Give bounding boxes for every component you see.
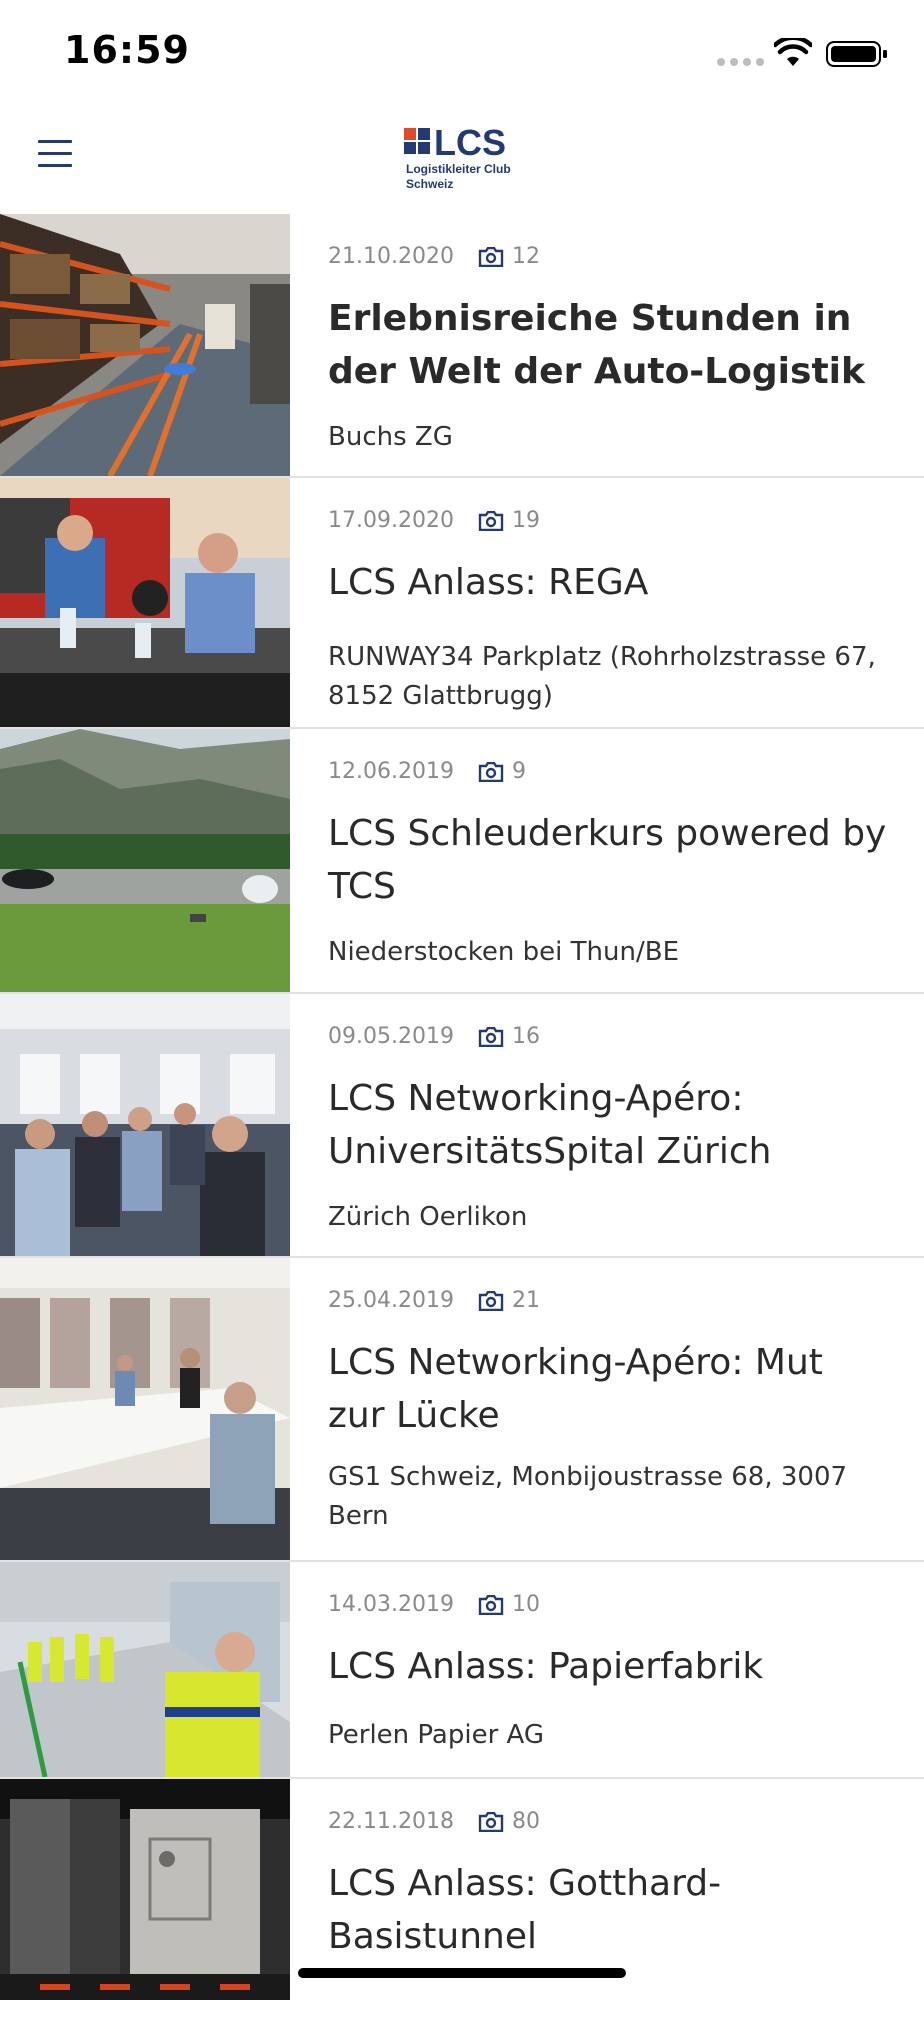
event-title: LCS Networking-Apéro: Mut zur Lücke (328, 1342, 823, 1436)
event-location: Zürich Oerlikon (328, 1202, 528, 1232)
battery-icon (826, 41, 887, 67)
lcs-logo: LCS Logistikleiter Club Schweiz (404, 122, 524, 196)
camera-icon (478, 1594, 504, 1615)
event-thumbnail-warehouse (0, 214, 290, 476)
event-location: RUNWAY34 Parkplatz (Rohrholzstrasse 67, … (328, 642, 876, 711)
event-item[interactable]: 25.04.2019 21 LCS Networking-Apéro: Mut … (0, 1258, 924, 1562)
event-item[interactable]: 09.05.2019 16 LCS Networking-Apéro: Univ… (0, 994, 924, 1258)
event-item[interactable]: 21.10.2020 12 Erlebnisreiche Stunden in … (0, 214, 924, 478)
event-title: LCS Networking-Apéro: UniversitätsSpital… (328, 1078, 772, 1172)
event-thumbnail-audience (0, 994, 290, 1256)
event-date: 21.10.2020 (328, 244, 454, 269)
logo-mark-icon (404, 128, 432, 156)
event-thumbnail-meetingroom (0, 1258, 290, 1560)
event-thumbnail-paperfactory (0, 1562, 290, 1777)
wifi-icon (774, 38, 812, 66)
event-date: 14.03.2019 (328, 1592, 454, 1617)
event-item[interactable]: 14.03.2019 10 LCS Anlass: Papierfabrik P… (0, 1562, 924, 1779)
event-photo-count: 80 (511, 1809, 540, 1834)
event-photo-count: 19 (511, 508, 540, 533)
event-location: Niederstocken bei Thun/BE (328, 937, 679, 967)
event-title: LCS Anlass: REGA (328, 562, 649, 603)
status-bar: 16:59 (0, 0, 924, 100)
camera-icon (478, 510, 504, 531)
camera-icon (478, 761, 504, 782)
event-date: 12.06.2019 (328, 759, 454, 784)
cellular-signal-icon (717, 58, 764, 66)
event-location: GS1 Schweiz, Monbijoustrasse 68, 3007 Be… (328, 1462, 848, 1531)
event-item[interactable]: 22.11.2018 80 LCS Anlass: Gotthard-Basis… (0, 1779, 924, 2019)
event-photo-count: 10 (511, 1592, 540, 1617)
event-title: LCS Schleuderkurs powered by TCS (328, 813, 887, 907)
event-thumbnail-drivetraining (0, 729, 290, 992)
logo-name: LCS (434, 122, 506, 163)
app-header: LCS Logistikleiter Club Schweiz (0, 100, 924, 214)
event-title: LCS Anlass: Gotthard-Basistunnel (328, 1863, 722, 1957)
status-time: 16:59 (64, 28, 190, 72)
event-photo-count: 9 (511, 759, 526, 784)
event-thumbnail-tunnel (0, 1779, 290, 2000)
event-date: 25.04.2019 (328, 1288, 454, 1313)
event-date: 17.09.2020 (328, 508, 454, 533)
hamburger-menu-icon[interactable] (38, 140, 72, 168)
camera-icon (478, 1811, 504, 1832)
event-title: LCS Anlass: Papierfabrik (328, 1646, 764, 1687)
event-item[interactable]: 17.09.2020 19 LCS Anlass: REGA RUNWAY34 … (0, 478, 924, 729)
event-item[interactable]: 12.06.2019 9 LCS Schleuderkurs powered b… (0, 729, 924, 994)
camera-icon (478, 246, 504, 267)
home-indicator[interactable] (298, 1968, 626, 1978)
event-location: Buchs ZG (328, 422, 453, 452)
event-thumbnail-rega (0, 478, 290, 727)
event-date: 09.05.2019 (328, 1024, 454, 1049)
event-location: Perlen Papier AG (328, 1720, 544, 1750)
event-photo-count: 12 (511, 244, 540, 269)
camera-icon (478, 1026, 504, 1047)
logo-subtitle: Logistikleiter Club Schweiz (406, 162, 511, 191)
event-title: Erlebnisreiche Stunden in der Welt der A… (328, 298, 865, 392)
event-photo-count: 21 (511, 1288, 540, 1313)
event-date: 22.11.2018 (328, 1809, 454, 1834)
event-photo-count: 16 (511, 1024, 540, 1049)
camera-icon (478, 1290, 504, 1311)
